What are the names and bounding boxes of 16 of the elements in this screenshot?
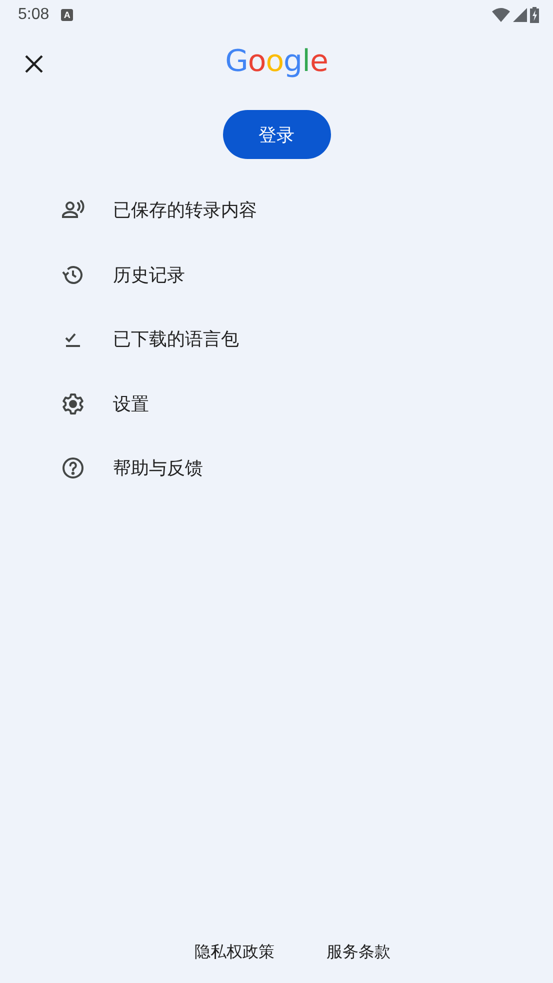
signal-icon: [513, 8, 527, 22]
google-logo: Google: [225, 44, 328, 78]
status-time: 5:08: [18, 6, 50, 24]
sign-in-button[interactable]: 登录: [222, 110, 330, 159]
wifi-icon: [492, 8, 510, 22]
menu-item[interactable]: 帮助与反馈: [0, 436, 553, 500]
footer-link[interactable]: 隐私权政策: [194, 942, 274, 963]
menu-item[interactable]: 历史记录: [0, 242, 553, 307]
menu-item[interactable]: 已下载的语言包: [0, 307, 553, 372]
notification-icon: A: [61, 9, 74, 21]
menu-item[interactable]: 已保存的转录内容: [0, 178, 553, 242]
help-icon: [61, 456, 85, 480]
menu-item[interactable]: 设置: [0, 372, 553, 436]
settings-icon: [61, 392, 85, 416]
battery-charging-icon: [530, 7, 539, 23]
footer-link[interactable]: 服务条款: [326, 942, 390, 963]
